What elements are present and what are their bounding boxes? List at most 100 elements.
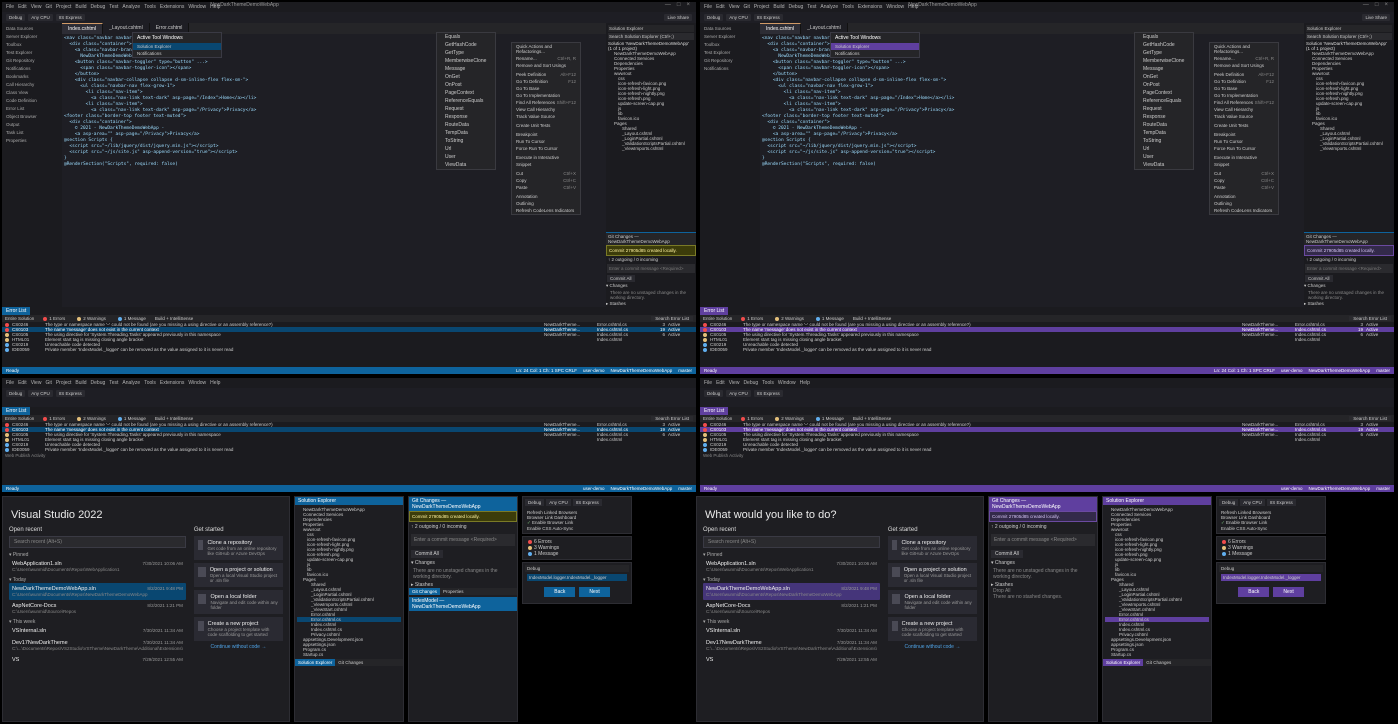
intelli-item[interactable]: ReferenceEquals (1135, 97, 1193, 105)
run-button[interactable]: IIS Express (56, 390, 85, 397)
next-button[interactable]: Next (1273, 587, 1303, 597)
ctx-item[interactable]: Go To Implementation (1210, 92, 1278, 99)
menu-analyze[interactable]: Analyze (820, 4, 838, 10)
maximize-icon[interactable]: □ (1375, 2, 1379, 8)
errorlist-source[interactable]: Build + IntelliSense (155, 416, 193, 421)
ctx-item[interactable]: Run To Cursor (512, 138, 580, 145)
recent-item[interactable]: 7/30/2021 10:06 AMWebApplication1.slnC:\… (9, 558, 186, 575)
intelli-item[interactable]: Response (437, 113, 495, 121)
recent-item[interactable]: 8/2/2021 1:21 PMAspNetCore-DocsC:\Users\… (703, 600, 880, 617)
config-debug[interactable]: Debug (704, 14, 723, 21)
maximize-icon[interactable]: □ (677, 2, 681, 8)
messages-pill[interactable]: 1 Message (115, 316, 149, 321)
intelli-item[interactable]: User (437, 153, 495, 161)
errors-pill[interactable]: 1 Errors (738, 416, 766, 421)
getstarted-item[interactable]: Clone a repositoryGet code from an onlin… (888, 536, 977, 560)
solexp-root[interactable]: Solution 'NewDarkThemeDemoWebApp' (1 of … (608, 41, 694, 51)
intelli-item[interactable]: Request (437, 105, 495, 113)
intellisense-popup[interactable]: EqualsGetHashCodeGetTypeMemberwiseCloneM… (436, 32, 496, 170)
ctx-item[interactable]: Rename...Ctrl+R, R (512, 55, 580, 62)
intelli-item[interactable]: ViewData (1135, 161, 1193, 169)
warnings-pill[interactable]: 2 Warnings (74, 416, 109, 421)
tree-item[interactable]: Startup.cs (297, 652, 401, 657)
run-button[interactable]: IIS Express (573, 499, 602, 506)
intelli-item[interactable]: GetHashCode (1135, 41, 1193, 49)
errors-pill[interactable]: 1 Errors (40, 316, 68, 321)
getstarted-item[interactable]: Create a new projectChoose a project tem… (888, 617, 977, 641)
commit-all-button[interactable]: Commit All (607, 275, 635, 282)
recent-search[interactable]: Search recent (Alt+S) (9, 536, 186, 548)
config-debug[interactable]: Debug (704, 390, 723, 397)
menu-file[interactable]: File (704, 4, 712, 10)
getstarted-item[interactable]: Open a local folderNavigate and edit cod… (888, 590, 977, 614)
status-branch[interactable]: master (1376, 486, 1390, 491)
run-button[interactable]: IIS Express (754, 14, 783, 21)
messages-pill[interactable]: 1 Message (525, 551, 629, 557)
intelli-item[interactable]: Request (1135, 105, 1193, 113)
recent-item[interactable]: 7/30/2021 11:34 AMVSInternal.sln (9, 625, 186, 637)
status-repo[interactable]: NewDarkThemeDemoWebApp (1309, 368, 1371, 373)
browser-link-menu[interactable]: Refresh Linked Browsers Browser Link Das… (1217, 508, 1325, 533)
tab-index-cshtml[interactable]: Index.cshtml (62, 23, 103, 34)
errorlist-search[interactable]: Search Error List (651, 316, 693, 321)
ctx-item[interactable]: Outlining (1210, 200, 1278, 207)
config-debug[interactable]: Debug (525, 499, 544, 506)
config-anycpu[interactable]: Any CPU (1240, 499, 1265, 506)
getstarted-item[interactable]: Open a project or solutionOpen a local V… (888, 563, 977, 587)
intelli-item[interactable]: GetType (1135, 49, 1193, 57)
context-menu[interactable]: Quick Actions and Refactorings...Rename.… (511, 42, 581, 215)
warnings-pill[interactable]: 2 Warnings (74, 316, 109, 321)
tab-solexp[interactable]: Solution Explorer (1103, 659, 1143, 666)
dock-toolbox[interactable]: Toolbox (4, 41, 60, 48)
intelli-item[interactable]: ReferenceEquals (437, 97, 495, 105)
back-button[interactable]: Back (544, 587, 575, 597)
menu-analyze[interactable]: Analyze (122, 380, 140, 386)
recent-item[interactable]: 7/30/2021 11:34 AMDev17NewDarkThemeC:\..… (9, 637, 186, 654)
dock-datasources[interactable]: Data Sources (4, 25, 60, 32)
ctx-item[interactable]: Quick Actions and Refactorings... (512, 43, 580, 55)
back-button[interactable]: Back (1238, 587, 1269, 597)
menu-view[interactable]: View (31, 380, 42, 386)
dock-class-view[interactable]: Class View (4, 89, 60, 96)
ctx-item[interactable]: Breakpoint (512, 131, 580, 138)
menu-view[interactable]: View (31, 4, 42, 10)
intelli-item[interactable]: OnPost (1135, 81, 1193, 89)
commit-message[interactable]: Enter a commit message <Required> (1305, 264, 1393, 273)
menu-test[interactable]: Test (109, 380, 118, 386)
dock-test-explorer[interactable]: Test Explorer (702, 49, 758, 56)
menu-analyze[interactable]: Analyze (122, 4, 140, 10)
intelli-item[interactable]: Url (1135, 145, 1193, 153)
ctx-item[interactable]: Find All ReferencesShift+F12 (512, 99, 580, 106)
menu-git[interactable]: Git (45, 4, 51, 10)
error-row[interactable]: IDE0059Private member 'IndexModel._logge… (2, 347, 696, 352)
intelli-item[interactable]: Equals (1135, 33, 1193, 41)
commit-message[interactable]: Enter a commit message <Required> (991, 534, 1095, 546)
dock-error-list[interactable]: Error List (4, 105, 60, 112)
live-share-button[interactable]: Live Share (1362, 14, 1390, 21)
intelli-item[interactable]: ToString (437, 137, 495, 145)
menu-tools[interactable]: Tools (842, 4, 854, 10)
solexp-search[interactable]: Search Solution Explorer (Ctrl+;) (608, 33, 694, 40)
intelli-item[interactable]: Response (1135, 113, 1193, 121)
errorlist-scope[interactable]: Entire Solution (703, 316, 732, 321)
intelli-item[interactable]: User (1135, 153, 1193, 161)
intelli-item[interactable]: GetHashCode (437, 41, 495, 49)
tab-gitchanges[interactable]: Git Changes (409, 588, 440, 595)
warnings-pill[interactable]: 2 Warnings (772, 416, 807, 421)
menu-help[interactable]: Help (908, 4, 918, 10)
errorlist-tab[interactable]: Error List (700, 307, 728, 315)
errorlist-tab[interactable]: Error List (2, 407, 30, 415)
error-row[interactable]: IDE0059Private member 'IndexModel._logge… (700, 347, 1394, 352)
errorlist-scope[interactable]: Entire Solution (5, 316, 34, 321)
menu-tools[interactable]: Tools (144, 380, 156, 386)
debug-selection[interactable]: IndexModel.logger.IndexModel._logger (1221, 574, 1321, 581)
debug-selection[interactable]: IndexModel.logger.IndexModel._logger (527, 574, 627, 581)
tree-item[interactable]: _ViewImports.cshtml (608, 146, 694, 151)
live-share-button[interactable]: Live Share (664, 14, 692, 21)
solexp-root[interactable]: Solution 'NewDarkThemeDemoWebApp' (1 of … (1306, 41, 1392, 51)
tab-index-cshtml[interactable]: Index.cshtml (760, 23, 801, 34)
tab-properties[interactable]: Properties (440, 588, 467, 595)
dock-code-def[interactable]: Code Definition (4, 97, 60, 104)
intelli-item[interactable]: MemberwiseClone (437, 57, 495, 65)
menu-window[interactable]: Window (886, 4, 904, 10)
